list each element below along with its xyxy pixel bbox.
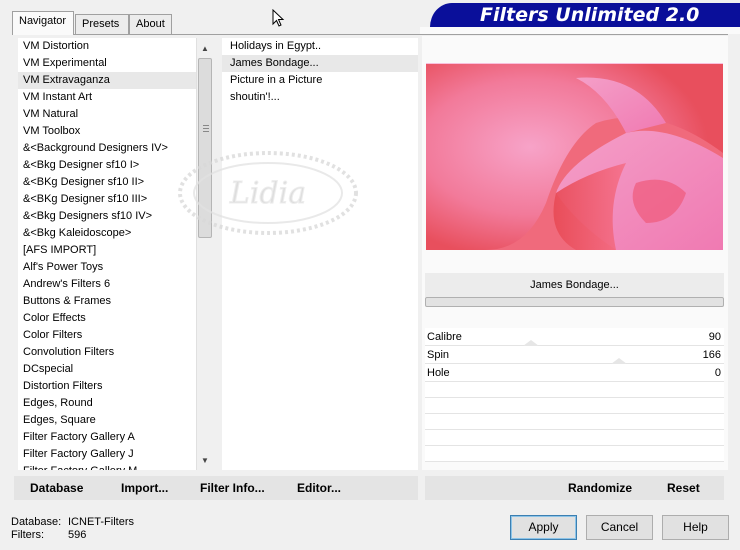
editor-button[interactable]: Editor...	[297, 481, 341, 495]
scroll-down-arrow-icon[interactable]: ▼	[197, 452, 213, 469]
reset-button[interactable]: Reset	[667, 481, 700, 495]
category-item[interactable]: VM Toolbox	[18, 123, 196, 140]
category-item[interactable]: Edges, Square	[18, 412, 196, 429]
category-scrollbar[interactable]: ▲ ▼	[196, 38, 213, 470]
param-row-empty	[425, 414, 724, 430]
category-item[interactable]: Filter Factory Gallery A	[18, 429, 196, 446]
category-item[interactable]: Color Filters	[18, 327, 196, 344]
param-row-empty	[425, 446, 724, 462]
filter-item[interactable]: Picture in a Picture	[222, 72, 418, 89]
parameter-list: Calibre 90 Spin 166 Hole 0	[425, 328, 724, 462]
filters-count-label: Filters:	[11, 529, 44, 541]
scroll-up-arrow-icon[interactable]: ▲	[197, 40, 213, 57]
category-item[interactable]: &<Bkg Designer sf10 I>	[18, 157, 196, 174]
filters-count-value: 596	[68, 529, 87, 541]
scroll-thumb[interactable]	[198, 58, 212, 238]
category-item[interactable]: Edges, Round	[18, 395, 196, 412]
database-label: Database:	[11, 516, 62, 528]
category-item[interactable]: Buttons & Frames	[18, 293, 196, 310]
banner-divider	[420, 27, 740, 34]
import-button[interactable]: Import...	[121, 481, 168, 495]
param-row-hole[interactable]: Hole 0	[425, 364, 724, 382]
category-item[interactable]: Alf's Power Toys	[18, 259, 196, 276]
progress-bar	[425, 297, 724, 307]
param-value: 90	[708, 331, 721, 343]
tab-panel-border	[12, 34, 728, 35]
category-item[interactable]: VM Distortion	[18, 38, 196, 55]
category-item[interactable]: VM Instant Art	[18, 89, 196, 106]
category-item[interactable]: VM Experimental	[18, 55, 196, 72]
category-item[interactable]: Convolution Filters	[18, 344, 196, 361]
filter-toolbar: Randomize Reset	[425, 476, 724, 500]
category-item[interactable]: &<BKg Designer sf10 III>	[18, 191, 196, 208]
category-item[interactable]: &<Bkg Kaleidoscope>	[18, 225, 196, 242]
param-row-empty	[425, 398, 724, 414]
filter-item[interactable]: shoutin'!...	[222, 89, 418, 106]
randomize-button[interactable]: Randomize	[568, 481, 632, 495]
category-item[interactable]: Filter Factory Gallery J	[18, 446, 196, 463]
database-toolbar: Database Import... Filter Info... Editor…	[14, 476, 418, 500]
category-item[interactable]: VM Extravaganza	[18, 72, 196, 89]
param-label: Hole	[427, 367, 450, 379]
database-value: ICNET-Filters	[68, 516, 134, 528]
help-button[interactable]: Help	[662, 515, 729, 540]
filter-list[interactable]: Holidays in Egypt.. James Bondage... Pictu…	[222, 38, 418, 470]
param-label: Spin	[427, 349, 450, 361]
category-item[interactable]: Filter Factory Gallery M	[18, 463, 196, 470]
app-title-banner: Filters Unlimited 2.0	[430, 3, 740, 27]
filter-item[interactable]: James Bondage...	[222, 55, 418, 72]
apply-button[interactable]: Apply	[510, 515, 577, 540]
category-item[interactable]: Andrew's Filters 6	[18, 276, 196, 293]
current-filter-name: James Bondage...	[425, 273, 724, 297]
filter-item[interactable]: Holidays in Egypt..	[222, 38, 418, 55]
category-item[interactable]: [AFS IMPORT]	[18, 242, 196, 259]
tab-presets[interactable]: Presets	[75, 14, 129, 34]
category-item[interactable]: &<Background Designers IV>	[18, 140, 196, 157]
category-item[interactable]: VM Natural	[18, 106, 196, 123]
param-row-empty	[425, 382, 724, 398]
mouse-cursor-icon	[272, 9, 285, 27]
category-item[interactable]: Color Effects	[18, 310, 196, 327]
param-value: 0	[714, 367, 721, 379]
param-row-spin[interactable]: Spin 166	[425, 346, 724, 364]
category-item[interactable]: DCspecial	[18, 361, 196, 378]
filter-preview-image	[426, 63, 723, 250]
category-list[interactable]: VM Distortion VM Experimental VM Extravaga…	[18, 38, 196, 470]
cancel-button[interactable]: Cancel	[586, 515, 653, 540]
tab-navigator[interactable]: Navigator	[12, 11, 74, 35]
category-item[interactable]: Distortion Filters	[18, 378, 196, 395]
database-button[interactable]: Database	[30, 481, 83, 495]
category-item[interactable]: &<Bkg Designers sf10 IV>	[18, 208, 196, 225]
filter-info-button[interactable]: Filter Info...	[200, 481, 265, 495]
param-value: 166	[702, 349, 721, 361]
param-row-calibre[interactable]: Calibre 90	[425, 328, 724, 346]
param-row-empty	[425, 430, 724, 446]
tab-about[interactable]: About	[129, 14, 172, 34]
param-label: Calibre	[427, 331, 462, 343]
category-item[interactable]: &<BKg Designer sf10 II>	[18, 174, 196, 191]
